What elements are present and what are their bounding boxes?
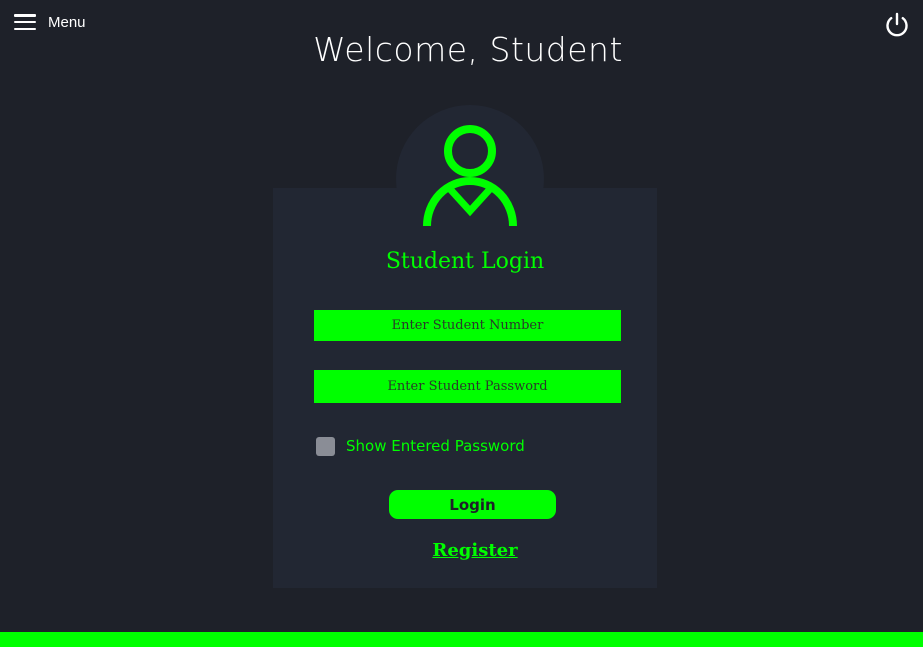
register-link[interactable]: Register bbox=[273, 540, 677, 561]
show-password-label: Show Entered Password bbox=[346, 437, 525, 455]
user-icon bbox=[423, 125, 517, 227]
login-title: Student Login bbox=[385, 249, 545, 274]
show-password-checkbox[interactable] bbox=[316, 436, 335, 456]
show-password-toggle[interactable]: Show Entered Password bbox=[316, 436, 525, 456]
student-number-input[interactable] bbox=[314, 310, 621, 341]
bottom-bar bbox=[0, 632, 923, 647]
login-button[interactable]: Login bbox=[389, 490, 556, 519]
page-title: Welcome, Student bbox=[313, 30, 623, 69]
hamburger-icon bbox=[14, 14, 36, 30]
menu-label: Menu bbox=[48, 13, 86, 31]
student-login-page: Menu Welcome, Student Student Login Show… bbox=[0, 0, 923, 647]
student-password-input[interactable] bbox=[314, 370, 621, 403]
